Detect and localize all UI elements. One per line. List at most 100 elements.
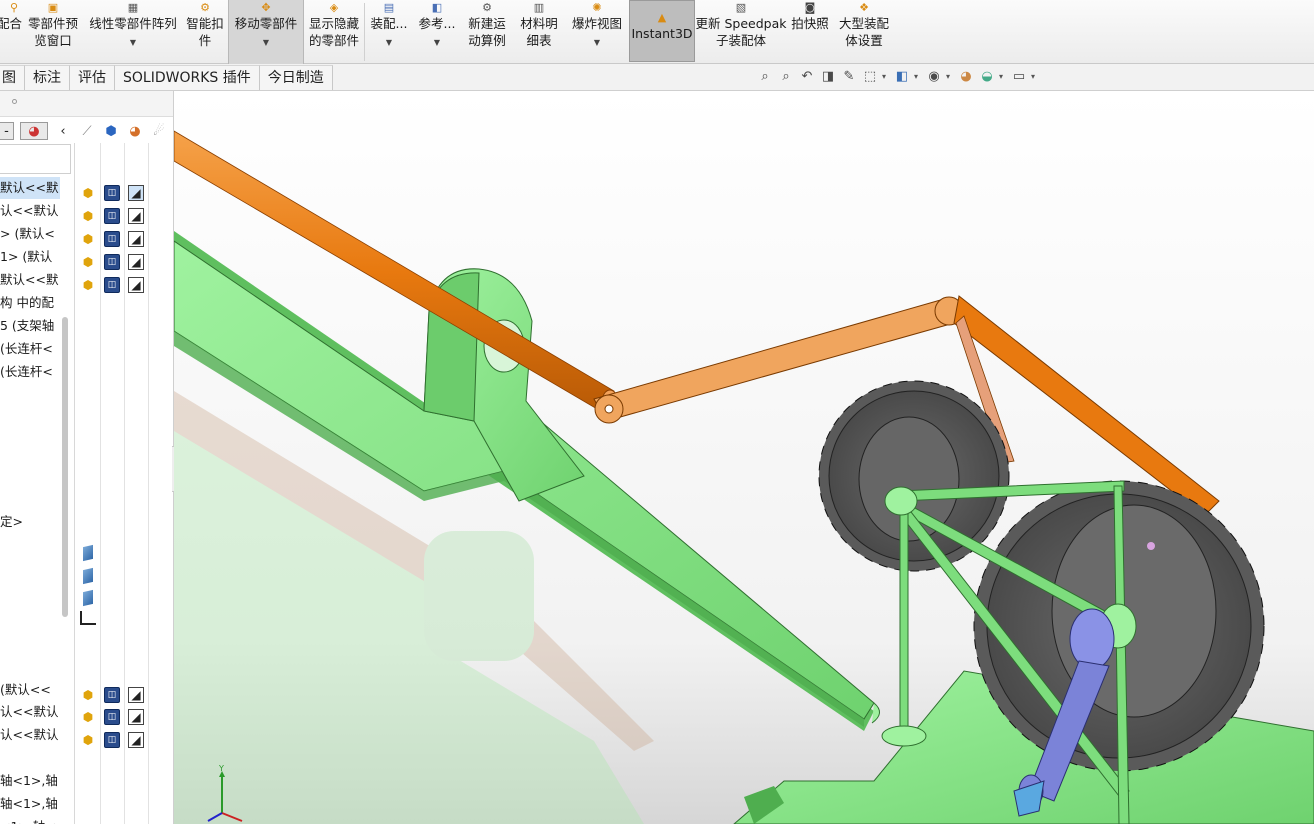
configuration-icon[interactable]: ◫ [104,231,120,247]
display-style-icon[interactable]: ◧ [893,67,911,85]
instant3d-button[interactable]: ▲ Instant3D [629,0,695,62]
tree-item[interactable]: 轴<1>,轴 [0,793,60,815]
view-orientation-icon[interactable]: ⬚ [861,67,879,85]
display-state-icon[interactable]: ◢ [128,277,144,293]
configuration-icon[interactable]: ◫ [104,277,120,293]
update-speedpak-button[interactable]: ▧ 更新 Speedpak 子装配体 [695,0,787,64]
part-icon[interactable]: ⬢ [80,231,96,247]
tree-item[interactable]: 默认<<默 [0,177,60,199]
display-state-icon[interactable]: ◢ [128,185,144,201]
tab-solidworks-addins[interactable]: SOLIDWORKS 插件 [115,65,260,90]
column-separator [100,143,101,824]
display-state-icon[interactable]: ◢ [128,709,144,725]
chevron-down-icon[interactable]: ▾ [1031,72,1039,81]
tree-item[interactable]: (默认<< [0,679,60,701]
chevron-down-icon[interactable]: ▾ [914,72,922,81]
previous-view-icon[interactable]: ↶ [798,67,816,85]
configuration-icon[interactable]: ◫ [104,208,120,224]
tree-item[interactable]: 轴<1>,轴 [0,770,60,792]
smart-fasteners-button[interactable]: ⚙ 智能扣 件 [182,0,228,64]
tab-make-today[interactable]: 今日制造 [259,65,333,90]
configuration-icon[interactable]: ◫ [104,687,120,703]
dynamic-annotation-icon[interactable]: ✎ [840,67,858,85]
tree-item[interactable]: 认<<默认 [0,200,60,222]
configuration-icon[interactable]: ◫ [104,732,120,748]
hide-icon[interactable]: ⟋ [78,122,96,140]
display-state-icon[interactable]: ◢ [128,687,144,703]
tree-item[interactable]: (长连杆< [0,338,60,360]
configuration-icon[interactable]: ◫ [104,254,120,270]
exploded-view-button[interactable]: ✺ 爆炸视图 ▼ [565,0,629,64]
tree-scrollbar[interactable] [62,317,68,617]
reference-geometry-button[interactable]: ◧ 参考... ▼ [413,0,461,64]
display-state-icon[interactable]: ◢ [128,254,144,270]
tab-evaluate[interactable]: 评估 [70,65,115,90]
display-state-icon[interactable]: ◢ [128,732,144,748]
display-manager-tab-icon[interactable]: ◕ [20,122,48,140]
linear-pattern-button[interactable]: ▦ 线性零部件阵列 ▼ [84,0,182,64]
chevron-down-icon[interactable]: ▼ [434,38,440,48]
part-icon[interactable]: ⬢ [80,254,96,270]
tree-item[interactable]: 构 中的配 [0,292,60,314]
section-view-icon[interactable]: ◨ [819,67,837,85]
large-assembly-icon: ❖ [859,1,869,14]
tree-item[interactable]: (长连杆< [0,361,60,383]
tree-item[interactable]: 1> (默认 [0,246,60,268]
tab-view[interactable]: 图 [0,65,25,90]
apply-scene-icon[interactable]: ◒ [978,67,996,85]
graphics-area[interactable]: Y [174,91,1314,824]
tree-item[interactable]: 默认<<默 [0,269,60,291]
tab-markup[interactable]: 标注 [25,65,70,90]
new-motion-study-button[interactable]: ⚙ 新建运 动算例 [461,0,513,64]
display-state-icon[interactable]: ◢ [128,231,144,247]
chevron-down-icon[interactable]: ▾ [946,72,954,81]
tree-item[interactable]: 定> [0,511,60,533]
chevron-down-icon[interactable]: ▼ [130,38,136,48]
zoom-to-area-icon[interactable]: ⌕ [777,67,795,85]
tree-item[interactable]: 认<<默认 [0,701,60,723]
part-icon[interactable]: ⬢ [80,185,96,201]
assembly-features-button[interactable]: ▤ 装配... ▼ [365,0,413,64]
component-preview-button[interactable]: ▣ 零部件预 览窗口 [22,0,84,64]
tree-filter-input[interactable] [0,144,71,174]
tree-item[interactable]: 认<<默认 [0,724,60,746]
display-state-icon[interactable]: ◢ [128,208,144,224]
panel-grip-icon[interactable] [12,99,17,104]
part-icon[interactable]: ⬢ [80,277,96,293]
chevron-left-icon[interactable]: ‹ [54,122,72,140]
feature-tree-tab-icon[interactable]: - [0,122,14,140]
display-mode-icon[interactable]: ⬢ [102,122,120,140]
mate-button[interactable]: ⚲ 配合 [0,0,22,64]
chevron-down-icon[interactable]: ▼ [386,38,392,48]
zoom-to-fit-icon[interactable]: ⌕ [756,67,774,85]
large-assembly-settings-button[interactable]: ❖ 大型装配 体设置 [833,0,895,64]
part-icon[interactable]: ⬢ [80,687,96,703]
chevron-down-icon[interactable]: ▼ [594,38,600,48]
take-snapshot-button[interactable]: ◙ 拍快照 [787,0,833,64]
chevron-down-icon[interactable]: ▾ [882,72,890,81]
move-component-button[interactable]: ✥ 移动零部件 ▼ [228,0,304,64]
chevron-down-icon[interactable]: ▼ [263,38,269,48]
show-hidden-icon: ◈ [329,1,339,14]
tree-item[interactable]: 5 (支架轴 [0,315,60,337]
view-settings-icon[interactable]: ▭ [1010,67,1028,85]
linear-pattern-icon: ▦ [127,1,139,14]
transparency-icon[interactable]: ☄ [150,122,168,140]
hide-show-items-icon[interactable]: ◉ [925,67,943,85]
bill-of-materials-button[interactable]: ▥ 材料明 细表 [513,0,565,64]
part-icon[interactable]: ⬢ [80,208,96,224]
panel-tab-icons: - ◕ ‹ ⟋ ⬢ ◕ ☄ [0,119,173,143]
edit-appearance-icon[interactable]: ◕ [957,67,975,85]
tree-item[interactable]: <1>,轴< [0,816,60,824]
appearance-icon[interactable]: ◕ [126,122,144,140]
heads-up-view-toolbar: ⌕ ⌕ ↶ ◨ ✎ ⬚ ▾ ◧ ▾ ◉ ▾ ◕ ◒ ▾ ▭ ▾ [756,67,1039,85]
part-icon[interactable]: ⬢ [80,709,96,725]
chevron-down-icon[interactable]: ▾ [999,72,1007,81]
configuration-icon[interactable]: ◫ [104,709,120,725]
configuration-icon[interactable]: ◫ [104,185,120,201]
tree-item[interactable]: > (默认< [0,223,60,245]
panel-header [0,91,173,117]
show-hidden-components-button[interactable]: ◈ 显示隐藏 的零部件 [304,0,364,64]
part-icon[interactable]: ⬢ [80,732,96,748]
plane-icon [83,544,93,562]
